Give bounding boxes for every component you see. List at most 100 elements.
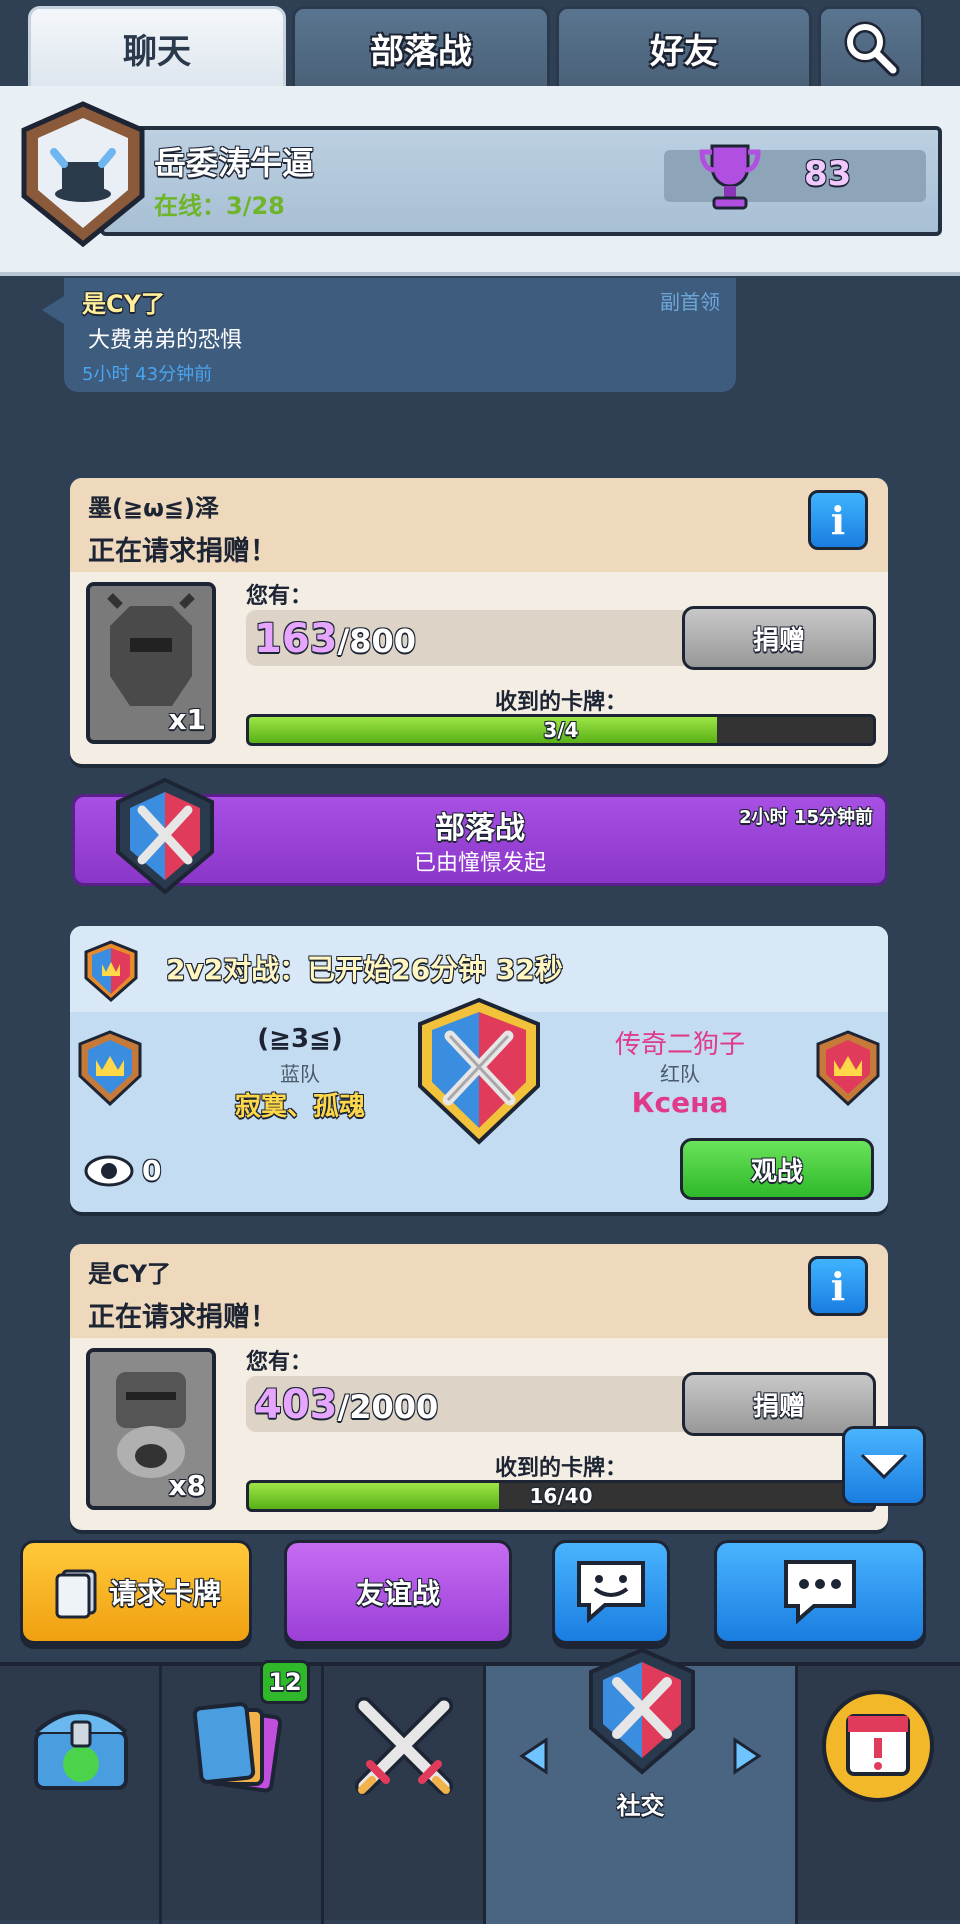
info-button[interactable]: i: [808, 490, 868, 550]
donate-button[interactable]: 捐赠: [682, 606, 876, 670]
message-pointer: [42, 296, 64, 324]
battle-card: 2v2对战：已开始26分钟 32秒 (≧3≦) 蓝队 寂寞、孤魂 传奇二狗子 红…: [70, 926, 888, 1212]
message-time: 5小时 43分钟前: [82, 364, 213, 385]
scroll-down-button[interactable]: [842, 1426, 926, 1506]
donation-request-card: 墨(≧ω≦)泽 正在请求捐赠！ i x1 您有： 163/800 捐赠 收到的卡…: [70, 478, 888, 764]
request-header-2: 是CY了 正在请求捐赠！ i: [70, 1244, 888, 1338]
donation-request-card-2: 是CY了 正在请求捐赠！ i x8 您有： 403/2000 捐赠 收到的卡牌：…: [70, 1244, 888, 1530]
tab-clan-war[interactable]: 部落战: [292, 6, 550, 90]
nav-social[interactable]: 社交: [486, 1647, 798, 1924]
emote-icon: [577, 1561, 645, 1624]
blue-clan-name: (≧3≦): [257, 1024, 343, 1054]
red-clan-name: 传奇二狗子: [614, 1030, 745, 1060]
tab-friends-label: 好友: [650, 31, 718, 72]
war-time: 2小时 15分钟前: [739, 807, 873, 828]
cards-badge-count: 12: [268, 1668, 302, 1696]
donate-button-2[interactable]: 捐赠: [682, 1372, 876, 1436]
card-count-2: x8: [168, 1469, 206, 1502]
info-icon: i: [830, 1263, 846, 1309]
progress-text-2: 16/40: [529, 1484, 593, 1508]
chat-message: 是CY了 副首领 大费弟弟的恐惧 5小时 43分钟前: [64, 278, 736, 392]
have-count-2: 403/2000: [254, 1382, 438, 1428]
tab-friends[interactable]: 好友: [556, 6, 812, 90]
progress-bar-2: 16/40: [246, 1480, 876, 1512]
trophy-icon: [698, 142, 762, 218]
emote-button[interactable]: [552, 1540, 670, 1644]
cards-badge: 12: [260, 1660, 310, 1704]
have-current-2: 403: [254, 1382, 338, 1428]
trophy-count: 83: [804, 154, 852, 194]
nav-battle[interactable]: [324, 1666, 486, 1924]
online-count: 在线：3/28: [154, 186, 285, 221]
card-image-2: x8: [86, 1348, 216, 1510]
request-author-2: 是CY了: [88, 1260, 171, 1288]
request-status-2: 正在请求捐赠！: [88, 1302, 277, 1333]
nav-events[interactable]: [798, 1666, 960, 1924]
card-count: x1: [168, 703, 206, 736]
blue-players: 寂寞、孤魂: [234, 1092, 365, 1122]
red-team-label: 红队: [660, 1062, 700, 1086]
tab-clan-war-label: 部落战: [370, 31, 472, 72]
social-label: 社交: [616, 1792, 665, 1820]
card-image: x1: [86, 582, 216, 744]
search-icon: [844, 21, 900, 77]
calendar-icon: [822, 1690, 934, 1802]
donate-label-2: 捐赠: [752, 1391, 805, 1422]
message-text: 大费弟弟的恐惧: [88, 328, 243, 353]
request-status: 正在请求捐赠！: [88, 536, 277, 567]
request-header: 墨(≧ω≦)泽 正在请求捐赠！ i: [70, 478, 888, 572]
chat-button[interactable]: [714, 1540, 926, 1644]
have-box: 163/800: [246, 610, 696, 666]
donate-label: 捐赠: [752, 625, 805, 656]
have-count: 163/800: [254, 616, 416, 662]
clan-name: 岳委涛牛逼: [154, 144, 315, 182]
versus-shield-icon: [414, 996, 544, 1150]
red-player: Ксена: [631, 1086, 729, 1119]
clan-header[interactable]: 岳委涛牛逼 在线：3/28 83: [0, 86, 960, 276]
have-label: 您有：: [246, 584, 313, 609]
bottom-nav: 12 社交: [0, 1647, 960, 1924]
message-role: 副首领: [660, 290, 720, 314]
clan-info-panel: 岳委涛牛逼 在线：3/28 83: [100, 126, 942, 236]
eye-icon: [84, 1154, 134, 1192]
tab-chat-label: 聊天: [123, 31, 191, 72]
request-cards-button[interactable]: 请求卡牌: [20, 1540, 252, 1644]
team-shield-icon: [84, 940, 138, 1006]
watch-button[interactable]: 观战: [680, 1138, 874, 1200]
chevron-left-icon[interactable]: [518, 1736, 550, 1776]
clan-badge-icon: [18, 100, 148, 252]
spectator-count: 0: [142, 1154, 162, 1187]
received-label: 收到的卡牌：: [494, 690, 627, 715]
war-shield-icon: [112, 776, 218, 902]
search-button[interactable]: [818, 6, 924, 90]
have-label-2: 您有：: [246, 1350, 313, 1375]
have-current: 163: [254, 616, 338, 662]
online-value: 3/28: [226, 192, 285, 220]
request-cards-label: 请求卡牌: [108, 1577, 221, 1610]
blue-crown-icon: [78, 1030, 142, 1110]
message-author: 是CY了: [82, 290, 165, 318]
red-crown-icon: [816, 1030, 880, 1110]
crossed-swords-icon: [355, 1697, 453, 1795]
chevron-right-icon[interactable]: [731, 1736, 763, 1776]
cards-icon: [55, 1569, 97, 1619]
received-label-2: 收到的卡牌：: [494, 1456, 627, 1481]
online-label: 在线：: [154, 192, 226, 220]
nav-cards[interactable]: 12: [162, 1660, 324, 1924]
chevron-down-icon: [860, 1453, 908, 1480]
friendly-battle-button[interactable]: 友谊战: [284, 1540, 512, 1644]
chat-icon: [784, 1560, 856, 1625]
nav-shop[interactable]: [0, 1666, 162, 1924]
battle-title: 2v2对战：已开始26分钟 32秒: [166, 953, 563, 986]
progress-bar: 3/4: [246, 714, 876, 746]
info-icon: i: [830, 497, 846, 543]
request-author: 墨(≧ω≦)泽: [88, 494, 220, 522]
info-button-2[interactable]: i: [808, 1256, 868, 1316]
chest-icon: [34, 1710, 128, 1790]
have-box-2: 403/2000: [246, 1376, 696, 1432]
friendly-battle-label: 友谊战: [355, 1577, 440, 1610]
blue-team-label: 蓝队: [280, 1062, 320, 1086]
have-total: /800: [337, 622, 416, 660]
tab-chat[interactable]: 聊天: [28, 6, 286, 90]
progress-text: 3/4: [543, 718, 579, 742]
